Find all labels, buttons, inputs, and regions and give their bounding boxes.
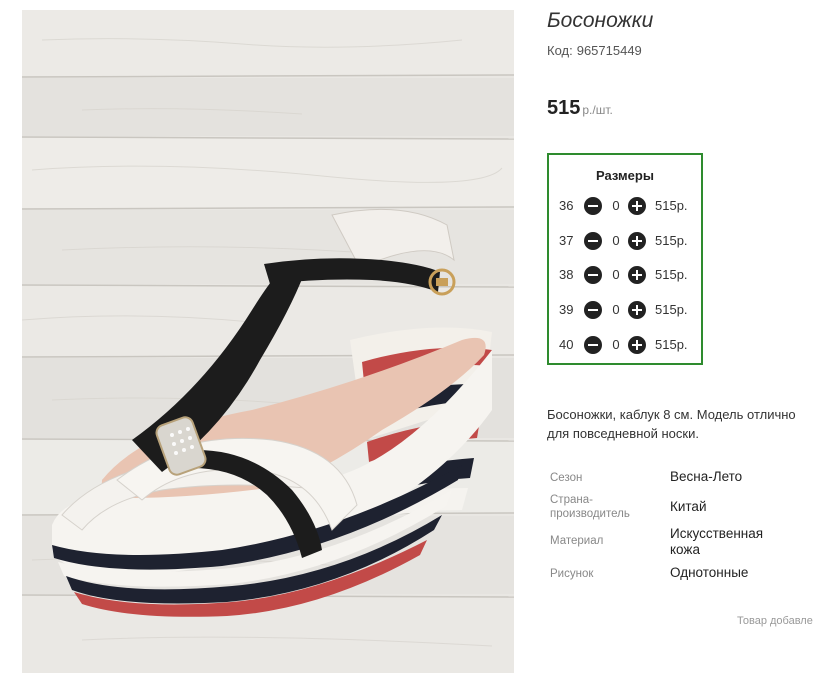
attr-country-label-line: производитель — [550, 508, 630, 520]
size-label: 39 — [559, 302, 574, 317]
product-code: Код: 965715449 — [547, 43, 642, 58]
description-line: для повседневной носки. — [547, 426, 699, 441]
size-quantity[interactable]: 0 — [609, 337, 623, 352]
product-description: Босоножки, каблук 8 см. Модель отлично д… — [547, 405, 822, 443]
sizes-title: Размеры — [596, 168, 654, 183]
attr-season-value: Весна-Лето — [670, 469, 743, 484]
plus-circle-icon[interactable] — [628, 232, 646, 250]
size-row-36: 36 0 515р. — [549, 196, 701, 216]
size-row-38: 38 0 515р. — [549, 265, 701, 285]
attr-material-value-line: Искусственная — [670, 526, 764, 541]
size-quantity[interactable]: 0 — [609, 198, 623, 213]
attr-season-label: Сезон — [550, 472, 583, 484]
minus-circle-icon[interactable] — [584, 266, 602, 284]
size-label: 37 — [559, 233, 574, 248]
attr-material-value-line: кожа — [670, 542, 700, 557]
price-value: 515 — [547, 97, 581, 119]
size-label: 40 — [559, 337, 574, 352]
size-price: 515р. — [655, 198, 688, 213]
minus-circle-icon[interactable] — [584, 232, 602, 250]
minus-circle-icon[interactable] — [584, 301, 602, 319]
attr-material-label: Материал — [550, 535, 604, 547]
attr-country-value: Китай — [670, 499, 707, 514]
plus-circle-icon[interactable] — [628, 301, 646, 319]
attr-material-value: Искусственная кожа — [670, 526, 763, 558]
sizes-box: Размеры 36 0 515р. 37 0 515р. 38 0 515р.… — [547, 153, 703, 365]
plus-circle-icon[interactable] — [628, 266, 646, 284]
size-price: 515р. — [655, 267, 688, 282]
plus-circle-icon[interactable] — [628, 197, 646, 215]
size-price: 515р. — [655, 233, 688, 248]
size-quantity[interactable]: 0 — [609, 267, 623, 282]
size-price: 515р. — [655, 337, 688, 352]
size-quantity[interactable]: 0 — [609, 233, 623, 248]
price-unit: р./шт. — [582, 103, 613, 117]
attr-pattern-value: Однотонные — [670, 565, 749, 580]
attr-country-label: Страна- производитель — [550, 493, 630, 521]
description-line: Босоножки, каблук 8 см. Модель отлично — [547, 407, 796, 422]
plus-circle-icon[interactable] — [628, 336, 646, 354]
size-row-39: 39 0 515р. — [549, 300, 701, 320]
size-label: 38 — [559, 267, 574, 282]
minus-circle-icon[interactable] — [584, 336, 602, 354]
size-price: 515р. — [655, 302, 688, 317]
added-date-text: Товар добавле — [737, 615, 813, 627]
size-row-37: 37 0 515р. — [549, 231, 701, 251]
product-price: 515 р./шт. — [547, 97, 613, 120]
product-title: Босоножки — [547, 9, 654, 32]
attr-country-label-line: Страна- — [550, 494, 593, 506]
product-code-label: Код: — [547, 43, 573, 58]
attr-pattern-label: Рисунок — [550, 568, 594, 580]
minus-circle-icon[interactable] — [584, 197, 602, 215]
size-row-40: 40 0 515р. — [549, 335, 701, 355]
sandal-image — [22, 10, 514, 673]
product-photo[interactable] — [22, 10, 514, 673]
product-code-value: 965715449 — [576, 43, 642, 58]
size-label: 36 — [559, 198, 574, 213]
size-quantity[interactable]: 0 — [609, 302, 623, 317]
